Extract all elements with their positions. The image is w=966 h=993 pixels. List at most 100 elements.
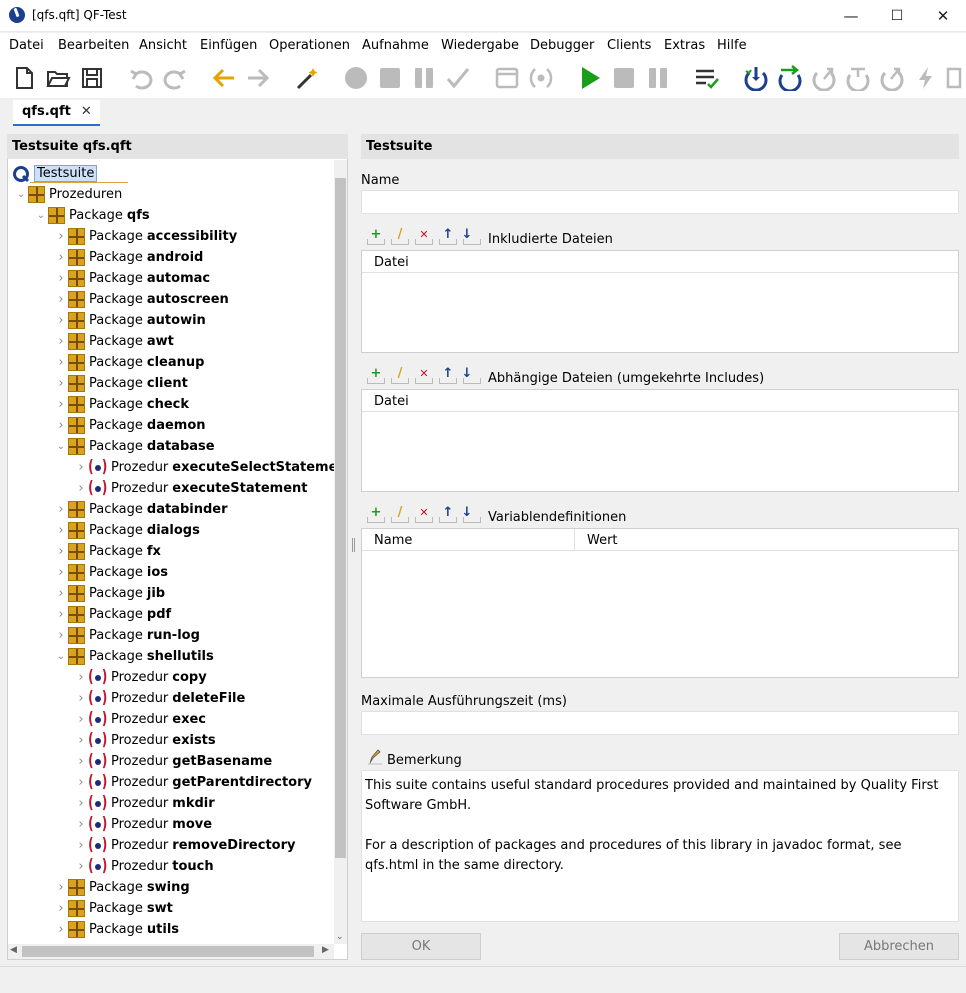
tree-package-node[interactable]: › Package databinder — [54, 499, 228, 520]
variables-table[interactable]: Name Wert — [361, 528, 959, 678]
tree-package-node[interactable]: ⌄ Prozeduren — [14, 184, 122, 205]
move-up-icon[interactable]: ↑ — [436, 506, 460, 524]
move-up-icon[interactable]: ↑ — [436, 228, 460, 246]
tree-package-node[interactable]: › Package ios — [54, 562, 168, 583]
test-suite-tree[interactable]: Testsuite ⌄ Prozeduren ⌄ Package qfs › Package… — [8, 160, 334, 944]
chevron-right-icon[interactable]: › — [54, 628, 68, 643]
tree-procedure-node[interactable]: ›( ) Prozedur move — [74, 814, 212, 835]
tab-qfs-qft[interactable]: qfs.qft ✕ — [13, 100, 100, 126]
breakpoint-icon[interactable] — [940, 65, 966, 91]
chevron-right-icon[interactable]: › — [54, 502, 68, 517]
tree-package-node[interactable]: › Package swing — [54, 877, 190, 898]
tree-procedure-node[interactable]: ›( ) Prozedur executeStatement — [74, 478, 307, 499]
tab-close-icon[interactable]: ✕ — [81, 104, 92, 124]
chevron-right-icon[interactable]: › — [74, 838, 88, 853]
included-files-table[interactable]: Datei — [361, 250, 959, 353]
chevron-right-icon[interactable]: › — [74, 691, 88, 706]
chevron-right-icon[interactable]: › — [54, 922, 68, 937]
chevron-right-icon[interactable]: › — [54, 376, 68, 391]
tree-package-node[interactable]: › Package swt — [54, 898, 173, 919]
chevron-down-icon[interactable]: ⌄ — [14, 189, 28, 200]
cancel-button[interactable]: Abbrechen — [839, 933, 959, 960]
chevron-down-icon[interactable]: ⌄ — [54, 651, 68, 662]
pause-record-icon[interactable] — [411, 65, 437, 91]
stop-icon[interactable] — [611, 65, 637, 91]
delete-icon[interactable]: ✕ — [412, 367, 436, 385]
tree-package-node[interactable]: › Package run-log — [54, 625, 200, 646]
tree-root-node[interactable]: Testsuite — [12, 163, 98, 184]
tree-procedure-node[interactable]: ›( ) Prozedur mkdir — [74, 793, 214, 814]
check-icon[interactable] — [445, 65, 471, 91]
add-icon[interactable]: + — [364, 506, 388, 524]
move-down-icon[interactable]: ↓ — [460, 506, 481, 524]
tree-package-node[interactable]: › Package check — [54, 394, 189, 415]
tree-package-node[interactable]: › Package autoscreen — [54, 289, 229, 310]
chevron-right-icon[interactable]: › — [54, 271, 68, 286]
scroll-down-icon[interactable]: ⌄ — [336, 932, 344, 942]
chevron-right-icon[interactable]: › — [74, 733, 88, 748]
redo-icon[interactable] — [162, 65, 188, 91]
chevron-right-icon[interactable]: › — [74, 670, 88, 685]
add-icon[interactable]: + — [364, 367, 388, 385]
scroll-right-icon[interactable]: ▶ — [322, 945, 329, 955]
included-col-datei[interactable]: Datei — [362, 251, 958, 273]
play-icon[interactable] — [577, 65, 603, 91]
undo-icon[interactable] — [128, 65, 154, 91]
ok-button[interactable]: OK — [361, 933, 481, 960]
chevron-down-icon[interactable]: ⌄ — [54, 441, 68, 452]
tree-package-node[interactable]: › Package awt — [54, 331, 174, 352]
chevron-right-icon[interactable]: › — [54, 250, 68, 265]
continue-icon[interactable] — [845, 65, 871, 91]
stop-record-icon[interactable] — [377, 65, 403, 91]
tree-package-node[interactable]: › Package accessibility — [54, 226, 237, 247]
chevron-right-icon[interactable]: › — [54, 544, 68, 559]
tree-package-node[interactable]: ⌄ Package shellutils — [54, 646, 214, 667]
tree-procedure-node[interactable]: ›( ) Prozedur getParentdirectory — [74, 772, 312, 793]
scroll-left-icon[interactable]: ◀ — [10, 945, 17, 955]
chevron-right-icon[interactable]: › — [54, 313, 68, 328]
menu-ansicht[interactable]: Ansicht — [139, 38, 187, 53]
open-folder-icon[interactable] — [45, 65, 71, 91]
step-in-icon[interactable] — [743, 65, 769, 91]
chevron-right-icon[interactable]: › — [74, 817, 88, 832]
chevron-right-icon[interactable]: › — [54, 292, 68, 307]
menu-einfuegen[interactable]: Einfügen — [200, 38, 257, 53]
tree-package-node[interactable]: › Package client — [54, 373, 188, 394]
edit-icon[interactable]: / — [388, 228, 412, 246]
tree-procedure-node[interactable]: ›( ) Prozedur deleteFile — [74, 688, 245, 709]
chevron-right-icon[interactable]: › — [54, 901, 68, 916]
wand-icon[interactable] — [294, 65, 320, 91]
menu-aufnahme[interactable]: Aufnahme — [362, 38, 429, 53]
component-window-icon[interactable] — [494, 65, 520, 91]
chevron-right-icon[interactable]: › — [74, 712, 88, 727]
step-over-icon[interactable] — [777, 65, 803, 91]
tree-vertical-scroll-thumb[interactable] — [335, 178, 346, 858]
chevron-down-icon[interactable]: ⌄ — [34, 210, 48, 221]
forward-arrow-icon[interactable] — [245, 65, 271, 91]
tree-package-node[interactable]: › Package cleanup — [54, 352, 204, 373]
comment-textarea[interactable]: This suite contains useful standard proc… — [361, 770, 959, 922]
list-check-icon[interactable] — [694, 65, 720, 91]
chevron-right-icon[interactable]: › — [54, 565, 68, 580]
menu-datei[interactable]: Datei — [9, 38, 44, 53]
new-file-icon[interactable] — [11, 65, 37, 91]
chevron-right-icon[interactable]: › — [54, 334, 68, 349]
pause-icon[interactable] — [645, 65, 671, 91]
tree-package-node[interactable]: › Package daemon — [54, 415, 206, 436]
chevron-right-icon[interactable]: › — [74, 796, 88, 811]
tree-procedure-node[interactable]: ›( ) Prozedur exists — [74, 730, 215, 751]
menu-operationen[interactable]: Operationen — [269, 38, 350, 53]
chevron-right-icon[interactable]: › — [54, 586, 68, 601]
menu-bearbeiten[interactable]: Bearbeiten — [58, 38, 129, 53]
tree-package-node[interactable]: › Package android — [54, 247, 203, 268]
tree-package-node[interactable]: › Package utils — [54, 919, 179, 940]
save-icon[interactable] — [79, 65, 105, 91]
step-out-icon[interactable] — [811, 65, 837, 91]
move-down-icon[interactable]: ↓ — [460, 367, 481, 385]
tree-procedure-node[interactable]: ›( ) Prozedur touch — [74, 856, 213, 877]
add-icon[interactable]: + — [364, 228, 388, 246]
chevron-right-icon[interactable]: › — [54, 523, 68, 538]
tree-package-node[interactable]: › Package jib — [54, 583, 165, 604]
chevron-right-icon[interactable]: › — [74, 775, 88, 790]
chevron-right-icon[interactable]: › — [54, 229, 68, 244]
